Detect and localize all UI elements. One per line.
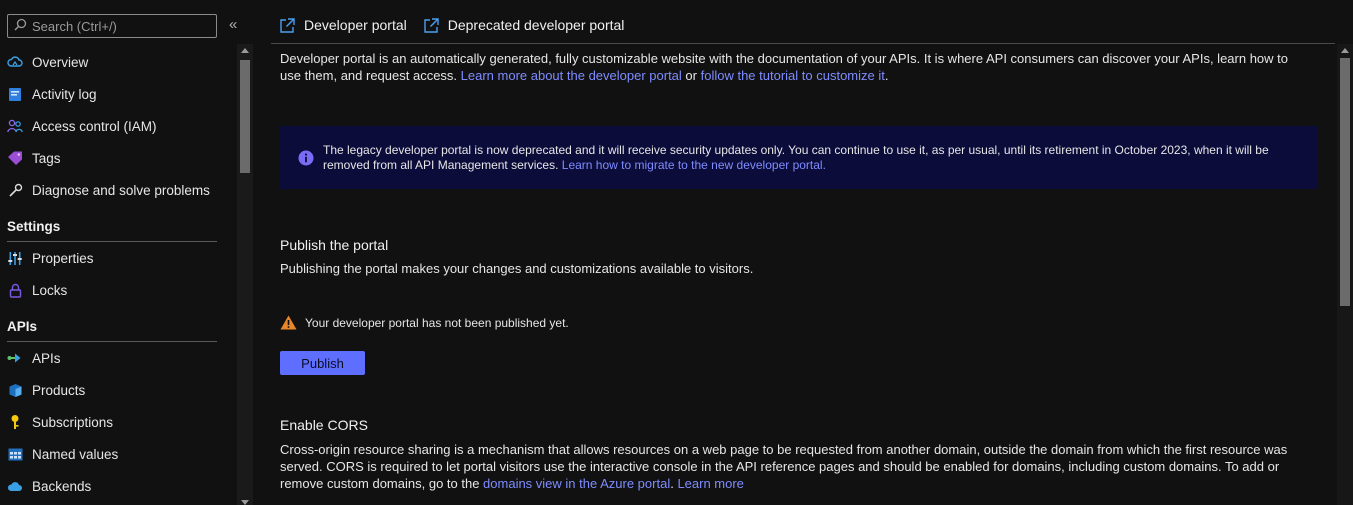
banner-text: The legacy developer portal is now depre…	[323, 143, 1303, 173]
sidebar-item-locks[interactable]: Locks	[0, 274, 237, 306]
activity-log-icon	[7, 86, 23, 102]
scrollbar-thumb[interactable]	[1340, 58, 1350, 306]
sidebar-item-backends[interactable]: Backends	[0, 470, 237, 502]
deprecated-developer-portal-button[interactable]: Deprecated developer portal	[423, 17, 625, 34]
section-header-apis: APIs	[0, 306, 237, 342]
sidebar-item-access-control[interactable]: Access control (IAM)	[0, 110, 237, 142]
follow-tutorial-link[interactable]: follow the tutorial to customize it	[701, 68, 885, 83]
sidebar-item-label: Products	[32, 382, 86, 398]
sidebar-item-apis[interactable]: APIs	[0, 342, 237, 374]
developer-portal-button[interactable]: Developer portal	[279, 17, 407, 34]
sidebar-item-label: Access control (IAM)	[32, 118, 157, 134]
sidebar-item-properties[interactable]: Properties	[0, 242, 237, 274]
not-published-warning: Your developer portal has not been publi…	[280, 315, 569, 330]
sidebar-scrollbar[interactable]	[237, 44, 253, 505]
sidebar-item-subscriptions[interactable]: Subscriptions	[0, 406, 237, 438]
toolbar-divider	[271, 43, 1335, 44]
search-box[interactable]	[7, 14, 217, 38]
developer-portal-label: Developer portal	[304, 17, 407, 33]
warning-icon	[280, 315, 297, 330]
sidebar-item-label: Diagnose and solve problems	[32, 182, 210, 198]
cloud-icon	[7, 54, 23, 70]
learn-more-developer-portal-link[interactable]: Learn more about the developer portal	[461, 68, 682, 83]
publish-section-title: Publish the portal	[280, 237, 389, 253]
lock-icon	[7, 282, 23, 298]
main-content: Developer portal Deprecated developer po…	[271, 0, 1353, 505]
cors-description: Cross-origin resource sharing is a mecha…	[280, 441, 1310, 492]
sidebar-item-label: Overview	[32, 54, 89, 70]
sidebar-nav: Overview Activity log Access control (IA…	[0, 46, 237, 502]
tag-icon	[7, 150, 23, 166]
intro-paragraph: Developer portal is an automatically gen…	[280, 50, 1300, 84]
main-scrollbar[interactable]	[1337, 44, 1353, 505]
api-arrow-icon	[7, 350, 23, 366]
sidebar-item-label: APIs	[32, 350, 61, 366]
domains-view-link[interactable]: domains view in the Azure portal	[483, 476, 670, 491]
collapse-sidebar-button[interactable]: «	[229, 16, 237, 33]
sidebar-item-label: Tags	[32, 150, 61, 166]
sidebar-item-label: Subscriptions	[32, 414, 114, 430]
sidebar-item-label: Backends	[32, 478, 92, 494]
sidebar-item-tags[interactable]: Tags	[0, 142, 237, 174]
sidebar-item-label: Activity log	[32, 86, 97, 102]
scroll-down-icon[interactable]	[241, 500, 249, 505]
key-icon	[7, 414, 23, 430]
sidebar-item-named-values[interactable]: Named values	[0, 438, 237, 470]
cube-icon	[7, 382, 23, 398]
publish-button[interactable]: Publish	[280, 351, 365, 375]
cloud-network-icon	[7, 478, 23, 494]
scrollbar-thumb[interactable]	[240, 60, 250, 173]
cors-learn-more-link[interactable]: Learn more	[677, 476, 743, 491]
sliders-icon	[7, 250, 23, 266]
sidebar-item-diagnose[interactable]: Diagnose and solve problems	[0, 174, 237, 206]
intro-end: .	[884, 68, 889, 83]
warning-text: Your developer portal has not been publi…	[305, 315, 569, 330]
people-icon	[7, 118, 23, 134]
scroll-up-icon[interactable]	[1341, 48, 1349, 53]
table-icon	[7, 446, 23, 462]
sidebar-item-activity-log[interactable]: Activity log	[0, 78, 237, 110]
deprecated-developer-portal-label: Deprecated developer portal	[447, 17, 625, 33]
cors-section-title: Enable CORS	[280, 417, 368, 433]
section-header-settings: Settings	[0, 206, 237, 242]
toolbar: Developer portal Deprecated developer po…	[271, 8, 632, 42]
intro-or: or	[681, 68, 701, 83]
scroll-up-icon[interactable]	[241, 48, 249, 53]
migrate-link[interactable]: Learn how to migrate to the new develope…	[562, 158, 826, 172]
external-link-icon	[423, 17, 440, 34]
deprecation-banner: The legacy developer portal is now depre…	[280, 126, 1317, 189]
search-input[interactable]	[32, 18, 212, 34]
sidebar-item-label: Named values	[32, 446, 119, 462]
external-link-icon	[279, 17, 296, 34]
sidebar-item-label: Locks	[32, 282, 68, 298]
sidebar: « Overview Activity log Access control (…	[0, 0, 253, 505]
publish-section-description: Publishing the portal makes your changes…	[280, 261, 754, 276]
wrench-icon	[7, 182, 23, 198]
info-icon	[298, 150, 314, 166]
sidebar-item-overview[interactable]: Overview	[0, 46, 237, 78]
search-icon	[14, 18, 27, 34]
sidebar-item-products[interactable]: Products	[0, 374, 237, 406]
cors-text: Cross-origin resource sharing is a mecha…	[280, 442, 1288, 491]
sidebar-item-label: Properties	[32, 250, 94, 266]
